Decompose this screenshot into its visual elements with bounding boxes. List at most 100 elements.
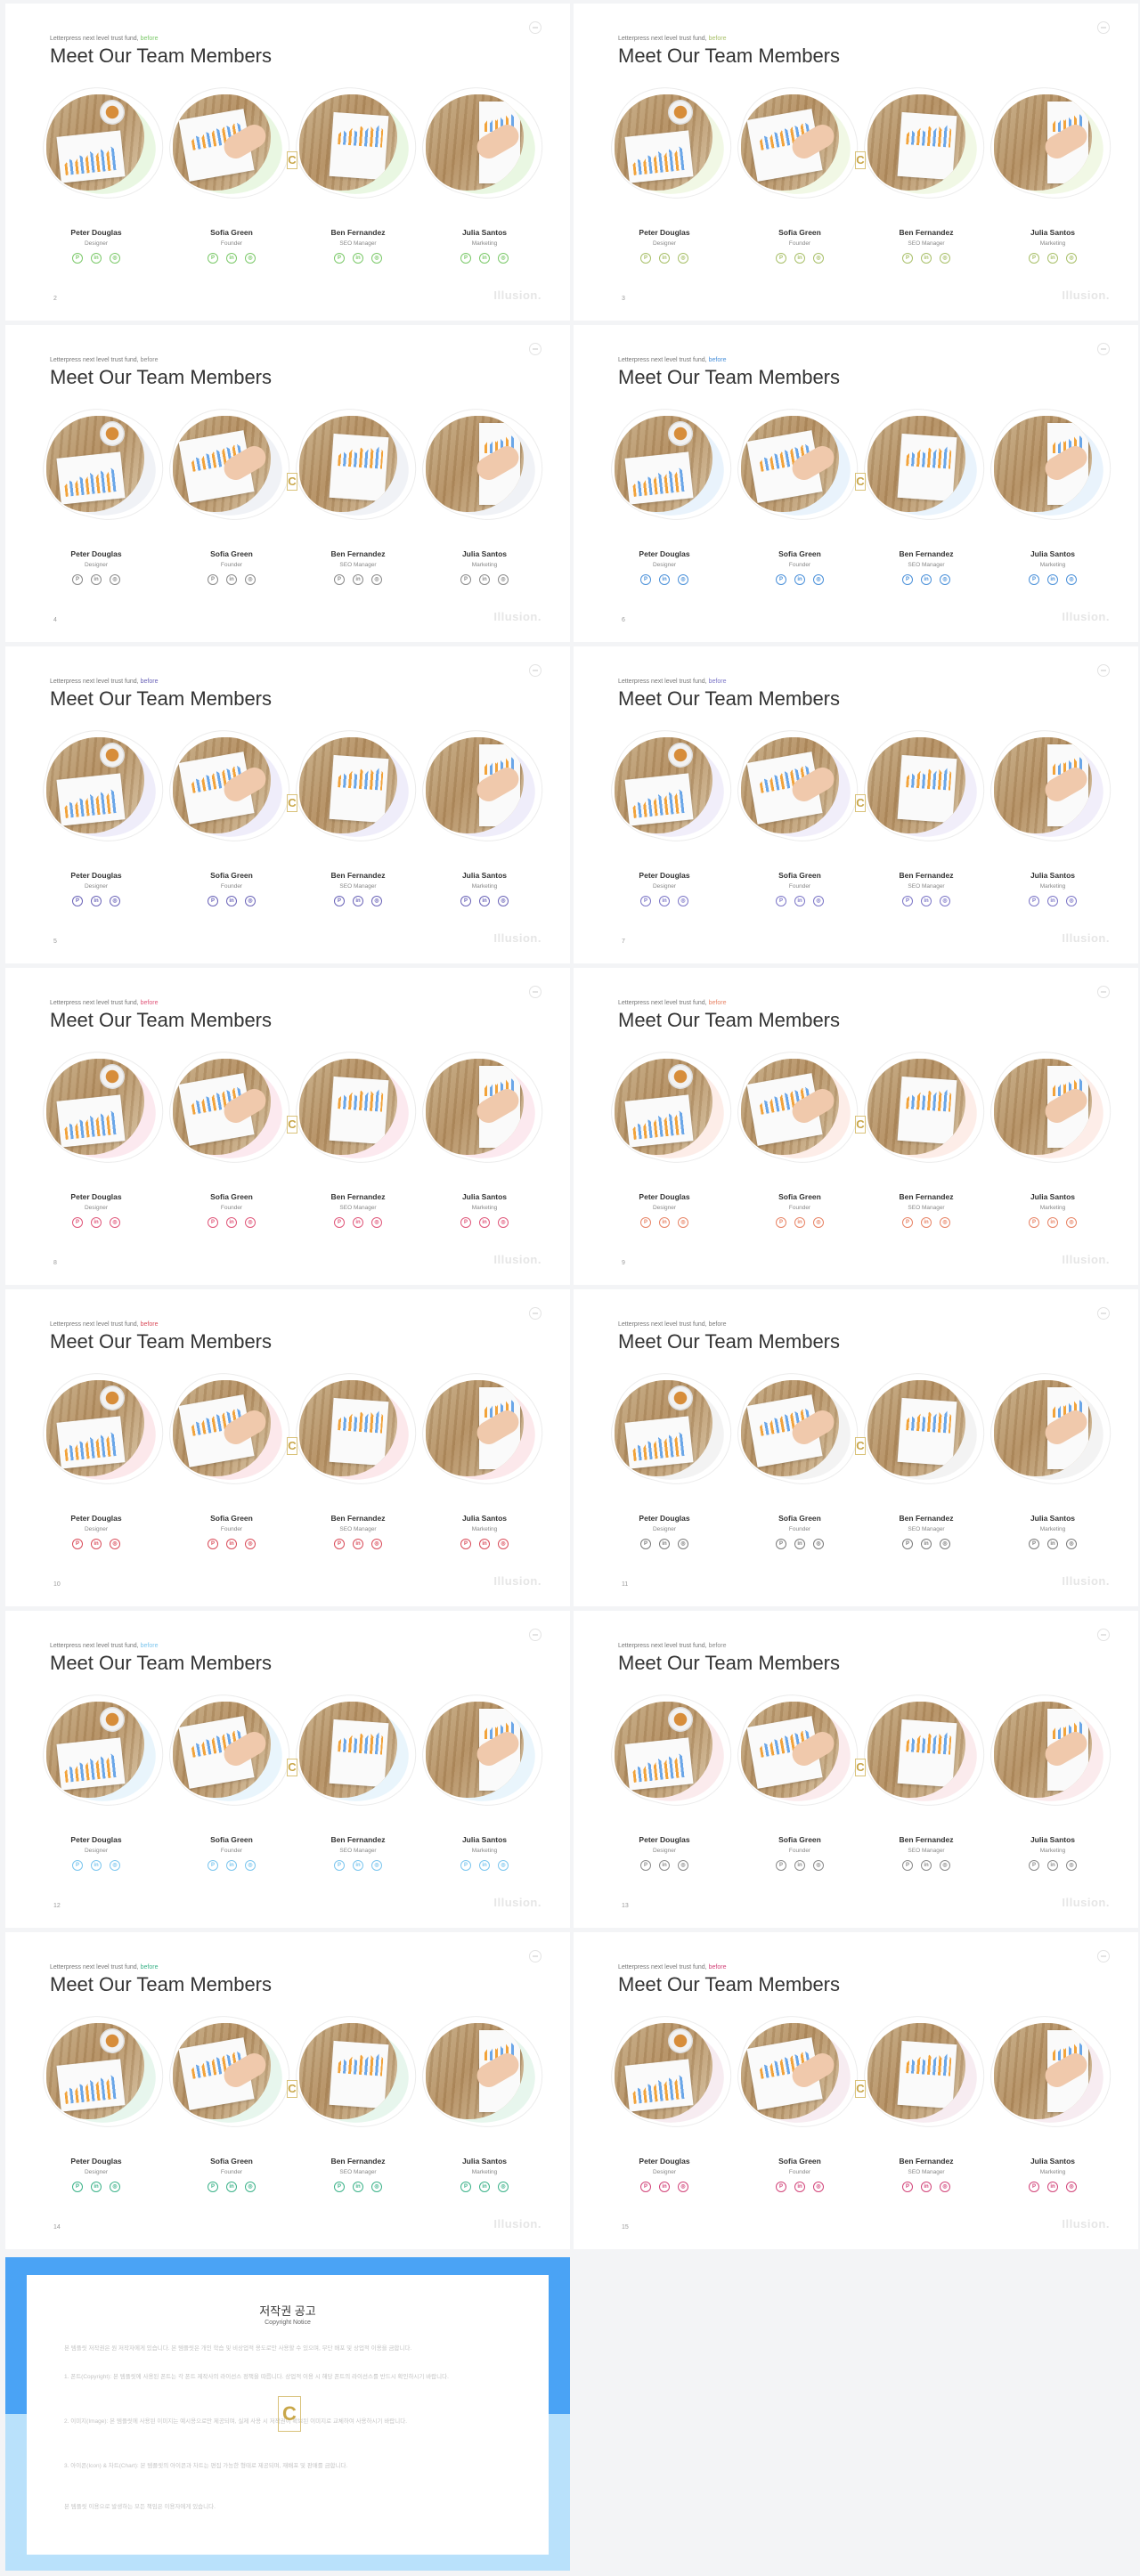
team-member-card[interactable]: Ben Fernandez SEO Manager Pin ◎ [854,2004,997,2199]
instagram-icon[interactable]: ◎ [110,1860,120,1871]
pinterest-icon[interactable]: P [72,896,83,906]
pinterest-icon[interactable]: P [72,253,83,264]
linkedin-icon[interactable]: in [91,1539,102,1549]
linkedin-icon[interactable]: in [479,574,490,585]
linkedin-icon[interactable]: in [1047,896,1058,906]
instagram-icon[interactable]: ◎ [110,574,120,585]
pinterest-icon[interactable]: P [334,1539,345,1549]
pinterest-icon[interactable]: P [72,1860,83,1871]
linkedin-icon[interactable]: in [226,2182,237,2192]
pinterest-icon[interactable]: P [460,574,471,585]
pinterest-icon[interactable]: P [1029,574,1039,585]
instagram-icon[interactable]: ◎ [1066,896,1077,906]
instagram-icon[interactable]: ◎ [371,1217,382,1228]
linkedin-icon[interactable]: in [226,574,237,585]
instagram-icon[interactable]: ◎ [678,1217,688,1228]
pinterest-icon[interactable]: P [334,1860,345,1871]
linkedin-icon[interactable]: in [921,1539,932,1549]
linkedin-icon[interactable]: in [226,896,237,906]
pinterest-icon[interactable]: P [1029,1539,1039,1549]
pinterest-icon[interactable]: P [72,1217,83,1228]
linkedin-icon[interactable]: in [659,1217,670,1228]
pinterest-icon[interactable]: P [776,896,786,906]
instagram-icon[interactable]: ◎ [1066,574,1077,585]
pinterest-icon[interactable]: P [72,574,83,585]
team-member-card[interactable]: Ben Fernandez SEO Manager Pin ◎ [854,719,997,914]
team-member-card[interactable]: Julia Santos Marketing Pin ◎ [412,719,555,914]
team-member-card[interactable]: Sofia Green Founder Pin ◎ [159,1040,302,1235]
pinterest-icon[interactable]: P [640,1539,651,1549]
instagram-icon[interactable]: ◎ [940,1860,950,1871]
team-slide[interactable]: Letterpress next level trust fund, before… [5,1932,570,2249]
team-member-card[interactable]: Julia Santos Marketing Pin ◎ [981,1683,1123,1878]
team-member-card[interactable]: Ben Fernandez SEO Manager Pin ◎ [854,1361,997,1556]
pinterest-icon[interactable]: P [460,1539,471,1549]
linkedin-icon[interactable]: in [353,253,363,264]
team-member-card[interactable]: Peter Douglas Designer Pin ◎ [601,1683,744,1878]
pinterest-icon[interactable]: P [776,1539,786,1549]
linkedin-icon[interactable]: in [794,1539,805,1549]
instagram-icon[interactable]: ◎ [245,1860,256,1871]
team-member-card[interactable]: Sofia Green Founder Pin ◎ [159,1683,302,1878]
instagram-icon[interactable]: ◎ [940,2182,950,2192]
pinterest-icon[interactable]: P [640,253,651,264]
team-member-card[interactable]: Sofia Green Founder Pin ◎ [728,1683,870,1878]
instagram-icon[interactable]: ◎ [371,1539,382,1549]
team-slide[interactable]: Letterpress next level trust fund, before… [5,1289,570,1606]
linkedin-icon[interactable]: in [226,1539,237,1549]
team-member-card[interactable]: Ben Fernandez SEO Manager Pin ◎ [286,2004,428,2199]
linkedin-icon[interactable]: in [1047,253,1058,264]
linkedin-icon[interactable]: in [659,1539,670,1549]
linkedin-icon[interactable]: in [353,2182,363,2192]
instagram-icon[interactable]: ◎ [371,1860,382,1871]
instagram-icon[interactable]: ◎ [110,2182,120,2192]
linkedin-icon[interactable]: in [479,896,490,906]
pinterest-icon[interactable]: P [460,2182,471,2192]
linkedin-icon[interactable]: in [91,253,102,264]
pinterest-icon[interactable]: P [1029,896,1039,906]
instagram-icon[interactable]: ◎ [498,1539,509,1549]
linkedin-icon[interactable]: in [91,1217,102,1228]
instagram-icon[interactable]: ◎ [678,574,688,585]
team-slide[interactable]: Letterpress next level trust fund, before… [574,1289,1138,1606]
linkedin-icon[interactable]: in [226,1217,237,1228]
pinterest-icon[interactable]: P [902,896,913,906]
team-slide[interactable]: Letterpress next level trust fund, before… [574,4,1138,321]
pinterest-icon[interactable]: P [460,253,471,264]
linkedin-icon[interactable]: in [91,2182,102,2192]
team-member-card[interactable]: Peter Douglas Designer Pin ◎ [601,719,744,914]
pinterest-icon[interactable]: P [902,1539,913,1549]
instagram-icon[interactable]: ◎ [678,2182,688,2192]
team-member-card[interactable]: Sofia Green Founder Pin ◎ [159,1361,302,1556]
pinterest-icon[interactable]: P [72,2182,83,2192]
linkedin-icon[interactable]: in [659,1860,670,1871]
team-member-card[interactable]: Ben Fernandez SEO Manager Pin ◎ [854,76,997,271]
pinterest-icon[interactable]: P [640,1860,651,1871]
pinterest-icon[interactable]: P [776,1860,786,1871]
team-slide[interactable]: Letterpress next level trust fund, before… [5,968,570,1285]
instagram-icon[interactable]: ◎ [940,574,950,585]
instagram-icon[interactable]: ◎ [940,1539,950,1549]
team-member-card[interactable]: Ben Fernandez SEO Manager Pin ◎ [286,397,428,592]
instagram-icon[interactable]: ◎ [1066,1217,1077,1228]
team-member-card[interactable]: Peter Douglas Designer Pin ◎ [601,1361,744,1556]
team-member-card[interactable]: Peter Douglas Designer Pin ◎ [33,397,175,592]
pinterest-icon[interactable]: P [902,253,913,264]
pinterest-icon[interactable]: P [460,1860,471,1871]
instagram-icon[interactable]: ◎ [1066,1860,1077,1871]
instagram-icon[interactable]: ◎ [110,1539,120,1549]
linkedin-icon[interactable]: in [794,253,805,264]
pinterest-icon[interactable]: P [640,2182,651,2192]
pinterest-icon[interactable]: P [640,574,651,585]
pinterest-icon[interactable]: P [1029,2182,1039,2192]
instagram-icon[interactable]: ◎ [498,1860,509,1871]
linkedin-icon[interactable]: in [479,1217,490,1228]
pinterest-icon[interactable]: P [902,2182,913,2192]
instagram-icon[interactable]: ◎ [498,1217,509,1228]
linkedin-icon[interactable]: in [91,1860,102,1871]
instagram-icon[interactable]: ◎ [813,1539,824,1549]
pinterest-icon[interactable]: P [208,1217,218,1228]
pinterest-icon[interactable]: P [334,2182,345,2192]
instagram-icon[interactable]: ◎ [245,574,256,585]
team-member-card[interactable]: Julia Santos Marketing Pin ◎ [412,1361,555,1556]
